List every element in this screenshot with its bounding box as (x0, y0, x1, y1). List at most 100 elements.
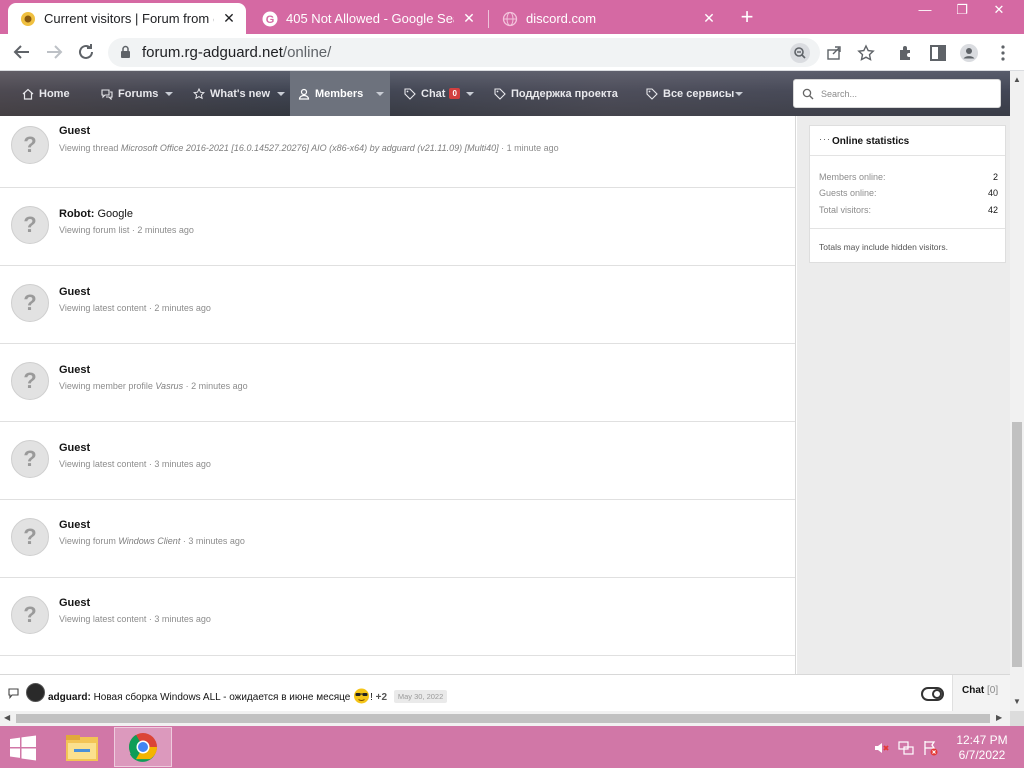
list-item: ? Guest Viewing thread Microsoft Office … (0, 116, 795, 188)
nav-chat[interactable]: Chat 0 (404, 71, 460, 116)
shout-text-end: ! (370, 692, 373, 703)
nav-members[interactable]: Members (290, 71, 390, 116)
minimize-icon[interactable]: — (908, 0, 942, 28)
lock-icon (121, 45, 130, 58)
kebab-menu-icon[interactable] (993, 43, 1013, 63)
members-dropdown-icon[interactable] (376, 92, 384, 96)
reload-icon (79, 44, 93, 59)
browser-toolbar: forum.rg-adguard.net/online/ (0, 34, 1024, 71)
shout-user[interactable]: adguard (48, 692, 87, 703)
visitor-name-text: Guest (59, 519, 91, 531)
file-explorer-button[interactable] (54, 727, 112, 767)
arrow-right-icon (47, 45, 63, 59)
chat-dropdown-icon[interactable] (466, 92, 474, 96)
volume-muted-icon[interactable] (873, 740, 889, 756)
block-title: Online statistics (832, 136, 910, 147)
avatar[interactable] (26, 683, 45, 702)
activity-text[interactable]: Viewing latest content (59, 459, 146, 469)
whats-new-dropdown-icon[interactable] (277, 92, 285, 96)
activity-time: · 3 minutes ago (180, 536, 245, 546)
address-bar[interactable]: forum.rg-adguard.net/online/ (108, 38, 875, 67)
tag-icon (404, 87, 416, 100)
sunglasses-emoji-icon (354, 688, 370, 704)
shout-plus-count[interactable]: +2 (376, 692, 387, 703)
back-button[interactable] (10, 40, 34, 64)
visitor-list: ? Guest Viewing thread Microsoft Office … (0, 116, 796, 674)
network-icon[interactable] (898, 740, 914, 756)
visitor-name: Guest (59, 364, 90, 376)
scroll-down-icon[interactable]: ▼ (1013, 697, 1021, 706)
close-tab-icon[interactable]: ✕ (222, 10, 236, 27)
nav-label: Home (39, 87, 70, 100)
share-icon[interactable] (824, 43, 844, 63)
list-item: ? Guest Viewing latest content · 2 minut… (0, 266, 795, 344)
svg-text:G: G (266, 14, 275, 26)
horizontal-scrollbar[interactable]: ◀ ▶ (0, 711, 1010, 726)
toggle-switch[interactable] (921, 687, 944, 701)
activity-time: · 2 minutes ago (146, 303, 211, 313)
new-tab-button[interactable]: + (736, 6, 758, 28)
list-item: ? Guest Viewing latest content · 3 minut… (0, 578, 795, 656)
chrome-taskbar-button[interactable] (114, 727, 172, 767)
scroll-right-icon[interactable]: ▶ (996, 713, 1002, 722)
star-icon (193, 87, 205, 99)
profile-icon[interactable] (959, 43, 979, 63)
close-tab-icon[interactable]: ✕ (702, 10, 716, 27)
url-text[interactable]: forum.rg-adguard.net/online/ (142, 44, 331, 61)
nav-label: Forums (118, 87, 159, 100)
zoom-icon[interactable] (790, 43, 810, 63)
activity-link[interactable]: Vasrus (155, 381, 183, 391)
bookmark-star-icon[interactable] (856, 43, 876, 63)
tab-current-visitors[interactable]: Current visitors | Forum from @r ✕ (8, 3, 246, 34)
nav-home[interactable]: Home (22, 71, 70, 116)
activity-text[interactable]: Viewing latest content (59, 303, 146, 313)
visitor-activity: Viewing latest content · 3 minutes ago (59, 614, 211, 624)
activity-time: · 3 minutes ago (146, 614, 211, 624)
all-services-dropdown-icon[interactable] (735, 92, 743, 96)
chat-label: Chat (962, 685, 985, 696)
block-header: ··· Online statistics (810, 126, 1005, 156)
avatar: ? (11, 518, 49, 556)
system-clock[interactable]: 12:47 PM 6/7/2022 (952, 733, 1012, 763)
windows-start-icon[interactable] (8, 735, 38, 761)
ellipsis-icon[interactable]: ··· (819, 134, 831, 144)
nav-support-project[interactable]: Поддержка проекта (494, 71, 618, 116)
chat-bubble-icon[interactable] (8, 688, 19, 699)
restore-icon[interactable]: ❐ (945, 0, 979, 28)
nav-all-services[interactable]: Все сервисы (646, 71, 734, 116)
activity-text[interactable]: Viewing latest content (59, 614, 146, 624)
scrollbar-thumb[interactable] (1012, 422, 1022, 667)
scroll-left-icon[interactable]: ◀ (4, 713, 10, 722)
close-tab-icon[interactable]: ✕ (462, 10, 476, 27)
arrow-left-icon (13, 45, 29, 59)
url-path: /online/ (282, 44, 332, 61)
tab-google-search[interactable]: G 405 Not Allowed - Google Search ✕ (250, 3, 486, 34)
list-item: ? Robot: Google Viewing forum list · 2 m… (0, 188, 795, 266)
activity-link[interactable]: Microsoft Office 2016-2021 [16.0.14527.2… (121, 143, 499, 153)
activity-text: Viewing thread (59, 143, 121, 153)
action-center-flag-icon[interactable] (922, 740, 938, 756)
scrollbar-thumb[interactable] (16, 714, 990, 723)
visitor-name: Guest (59, 597, 90, 609)
extensions-icon[interactable] (896, 43, 916, 63)
tab-discord[interactable]: discord.com ✕ (490, 3, 726, 34)
close-window-icon[interactable]: ✕ (982, 0, 1016, 28)
visitor-name-text: Guest (59, 442, 91, 454)
nav-label: Members (315, 87, 364, 100)
list-item: ? Guest Viewing forum Windows Client · 3… (0, 500, 795, 578)
forums-dropdown-icon[interactable] (165, 92, 173, 96)
activity-text[interactable]: Viewing forum list (59, 225, 129, 235)
scroll-up-icon[interactable]: ▲ (1013, 75, 1021, 84)
search-input[interactable]: Search... (793, 79, 1001, 108)
visitor-activity: Viewing thread Microsoft Office 2016-202… (59, 143, 559, 153)
activity-link[interactable]: Windows Client (118, 536, 180, 546)
activity-time: · 3 minutes ago (146, 459, 211, 469)
nav-forums[interactable]: Forums (101, 71, 158, 116)
reload-button[interactable] (74, 40, 98, 64)
forward-button[interactable] (42, 40, 66, 64)
stat-value: 42 (987, 205, 998, 215)
vertical-scrollbar[interactable]: ▲ ▼ (1010, 71, 1024, 711)
nav-whats-new[interactable]: What's new (193, 71, 270, 116)
side-panel-icon[interactable] (928, 43, 948, 63)
chat-button[interactable]: Chat [0] (952, 675, 1010, 711)
